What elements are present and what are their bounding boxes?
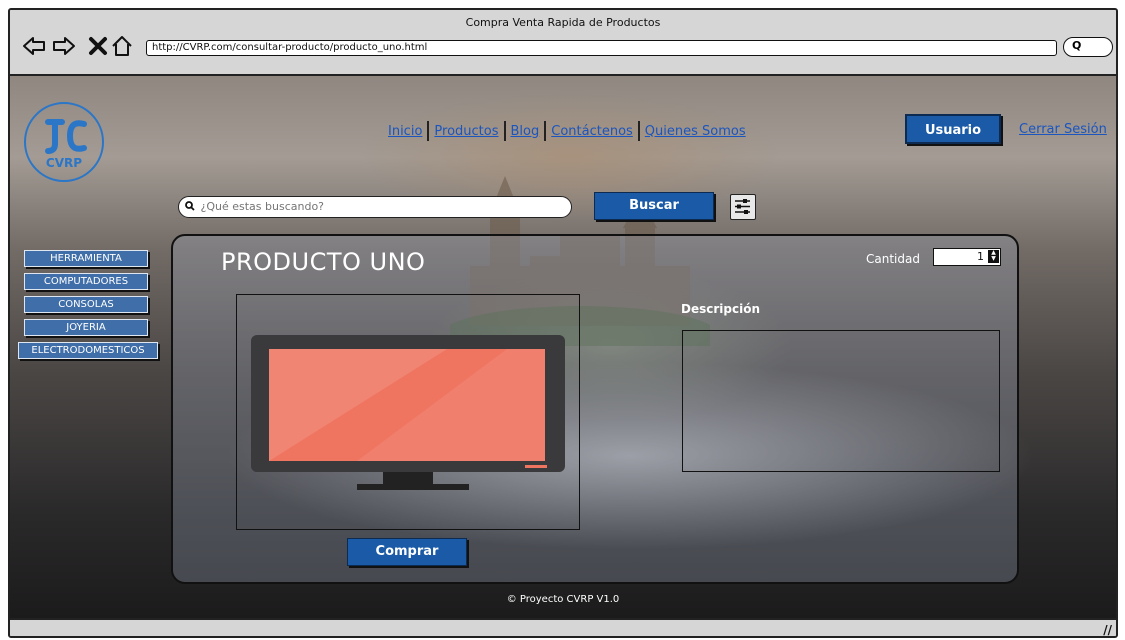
quantity-stepper[interactable]: 1 ▲ ▼ [933, 248, 1001, 266]
user-button[interactable]: Usuario [905, 114, 1001, 144]
forward-arrow-icon[interactable] [52, 34, 76, 58]
category-computadores[interactable]: COMPUTADORES [24, 273, 148, 290]
nav-inicio[interactable]: Inicio [383, 124, 427, 139]
page-content: CVRP Inicio Productos Blog Contáctenos Q… [10, 76, 1116, 618]
filter-button[interactable] [730, 194, 756, 220]
url-bar[interactable]: http://CVRP.com/consultar-producto/produ… [146, 40, 1057, 56]
product-panel: PRODUCTO UNO Cantidad 1 ▲▼ Descripción [171, 234, 1019, 584]
search-icon: Q [1072, 39, 1082, 52]
description-label: Descripción [681, 302, 760, 316]
browser-window: Compra Venta Rapida de Productos http://… [8, 8, 1118, 638]
nav-quienes-somos[interactable]: Quienes Somos [640, 124, 751, 139]
footer-text: © Proyecto CVRP V1.0 [506, 594, 620, 605]
filter-sliders-icon [735, 199, 750, 214]
search-field[interactable] [178, 196, 572, 218]
back-arrow-icon[interactable] [22, 34, 46, 58]
main-navigation: Inicio Productos Blog Contáctenos Quiene… [383, 120, 751, 142]
logout-link[interactable]: Cerrar Sesión [1019, 122, 1107, 137]
nav-contactenos[interactable]: Contáctenos [546, 124, 638, 139]
search-icon [185, 201, 195, 211]
logo-text: CVRP [45, 156, 83, 170]
search-button[interactable]: Buscar [594, 192, 714, 220]
home-icon[interactable] [110, 34, 134, 58]
quantity-label: Cantidad [866, 252, 920, 266]
category-electrodomesticos[interactable]: ELECTRODOMESTICOS [18, 342, 158, 359]
window-title: Compra Venta Rapida de Productos [465, 16, 661, 29]
resize-grip-icon[interactable]: // [1103, 623, 1112, 636]
category-joyeria[interactable]: JOYERIA [24, 319, 148, 336]
category-consolas[interactable]: CONSOLAS [24, 296, 148, 313]
search-input[interactable] [198, 199, 543, 214]
cvrp-logo[interactable]: CVRP [24, 102, 104, 182]
status-bar: // [10, 618, 1116, 636]
monitor-image [251, 335, 565, 490]
logo-monogram-icon [45, 119, 87, 154]
spinner-arrows-icon[interactable]: ▲ ▼ [988, 250, 999, 263]
category-herramienta[interactable]: HERRAMIENTA [24, 250, 148, 267]
quantity-value: 1 [977, 250, 984, 263]
nav-productos[interactable]: Productos [429, 124, 503, 139]
browser-chrome: Compra Venta Rapida de Productos http://… [10, 10, 1116, 76]
close-icon[interactable] [86, 34, 110, 58]
browser-search-button[interactable]: Q [1063, 37, 1113, 57]
buy-button[interactable]: Comprar [347, 538, 467, 566]
product-title: PRODUCTO UNO [221, 248, 426, 276]
nav-blog[interactable]: Blog [506, 124, 545, 139]
description-box [682, 330, 1000, 472]
product-image-frame [236, 294, 580, 530]
